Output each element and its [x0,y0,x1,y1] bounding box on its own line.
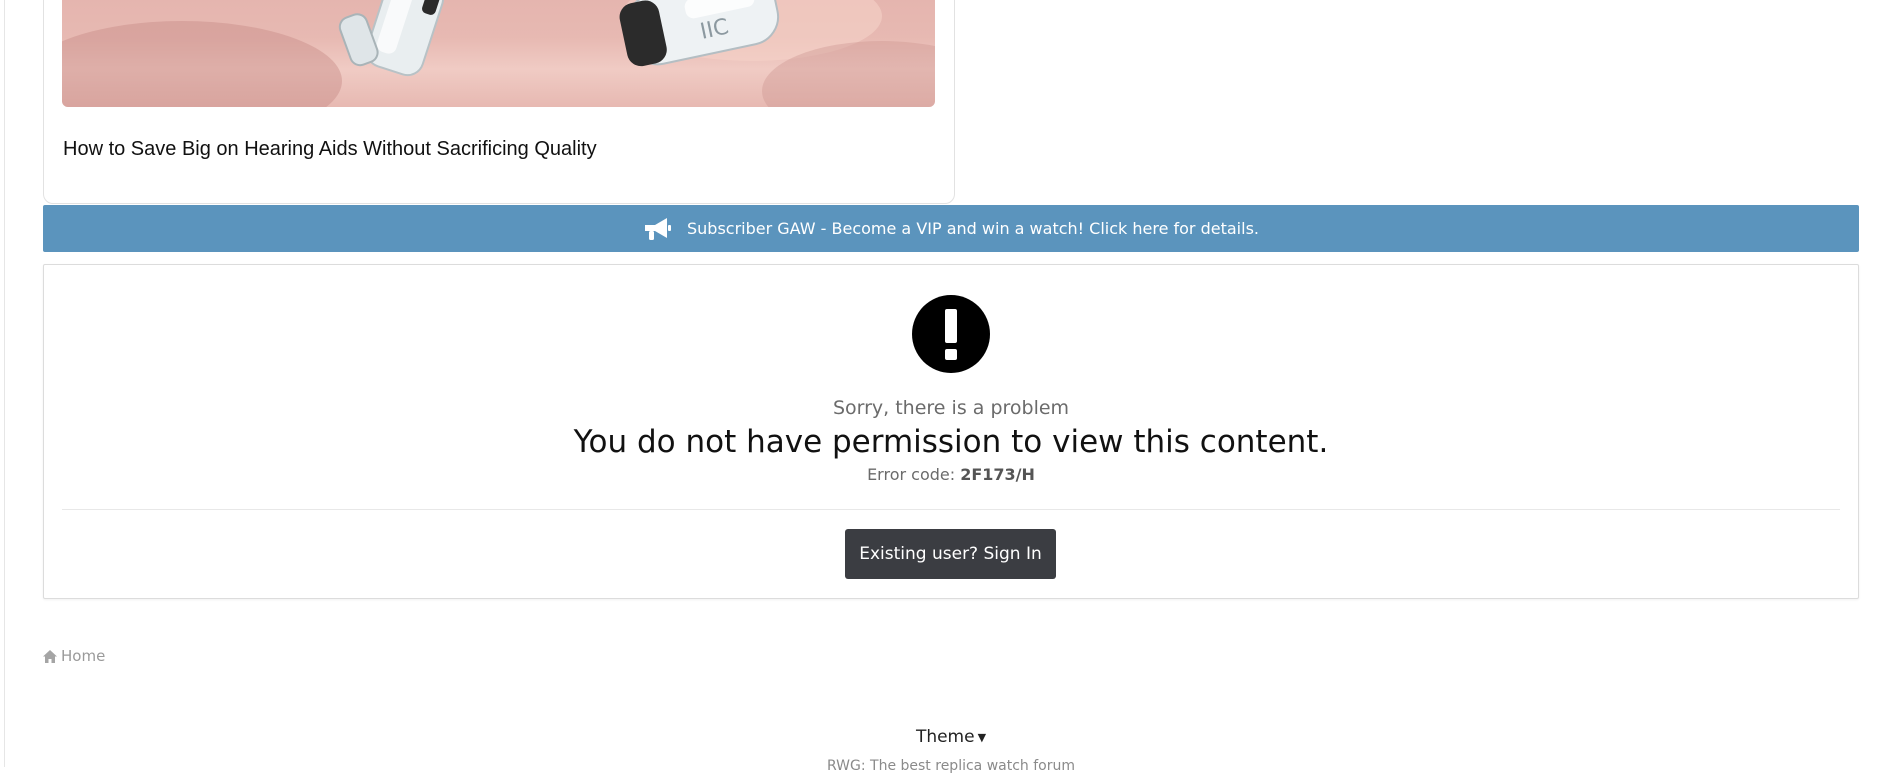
ad-image[interactable]: IIC [62,0,935,107]
announcement-text[interactable]: Subscriber GAW - Become a VIP and win a … [687,219,1259,238]
caret-down-icon[interactable]: ▼ [978,731,986,744]
footer-tagline: RWG: The best replica watch forum [827,758,1075,774]
error-subtitle: Sorry, there is a problem [832,397,1070,419]
home-icon[interactable] [43,649,57,663]
hearing-aid-illustration: IIC [338,0,780,77]
breadcrumb-home-link[interactable]: Home [61,647,105,665]
error-code-value: 2F173/H [960,465,1035,484]
error-message: You do not have permission to view this … [573,424,1329,460]
theme-label[interactable]: Theme [916,727,975,747]
error-code-label: Error code: [867,465,956,484]
sign-in-button[interactable]: Existing user? Sign In [845,529,1056,579]
page-left-border [4,0,5,767]
divider [62,509,1840,510]
announcement-bar[interactable]: Subscriber GAW - Become a VIP and win a … [43,205,1859,252]
sponsored-ad-card[interactable]: IIC How to Save Big on Hearing Aids With… [43,0,955,204]
theme-selector[interactable]: Theme ▼ [0,727,1879,747]
error-panel: Sorry, there is a problem You do not hav… [43,264,1859,599]
exclamation-circle-icon [912,295,990,377]
breadcrumb: Home [43,647,105,665]
ad-title[interactable]: How to Save Big on Hearing Aids Without … [63,138,597,161]
megaphone-icon [643,216,673,242]
error-code: Error code: 2F173/H [44,465,1858,484]
